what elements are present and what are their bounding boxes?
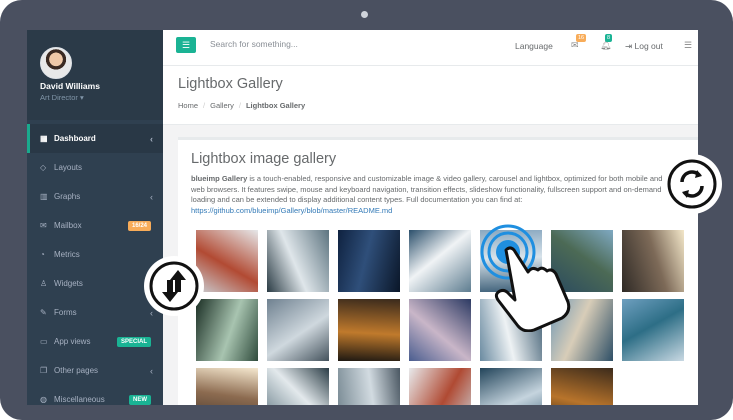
gallery-thumbnail-waves-aerial-2[interactable] — [267, 368, 329, 405]
sidebar-item-layouts[interactable]: ◇ Layouts — [27, 153, 163, 182]
gallery-thumbnail-boat-mast-2[interactable] — [338, 368, 400, 405]
messages-badge: 16 — [576, 34, 587, 42]
sidebar-item-label: Graphs — [54, 192, 81, 201]
sidebar-badge: NEW — [129, 394, 151, 405]
sidebar-item-other-pages[interactable]: ❐ Other pages ‹ — [27, 356, 163, 385]
screen: David Williams Art Director ▾ ▦ Dashboard… — [27, 30, 698, 405]
logout-link[interactable]: ⇥ Log out — [625, 41, 663, 52]
sidebar-item-miscellaneous[interactable]: ◍ Miscellaneous NEW — [27, 385, 163, 405]
sidebar: David Williams Art Director ▾ ▦ Dashboard… — [27, 30, 163, 405]
user-role-dropdown[interactable]: Art Director ▾ — [40, 93, 84, 102]
gallery-panel: Lightbox image gallery blueimp Gallery i… — [178, 137, 698, 405]
sidebar-item-widgets[interactable]: ♙ Widgets — [27, 269, 163, 298]
gallery-thumbnail-bridge-fog[interactable] — [196, 230, 258, 292]
description-text: is a touch-enabled, responsive and custo… — [191, 174, 691, 204]
sidebar-item-label: Metrics — [54, 250, 80, 259]
sidebar-item-label: Forms — [54, 308, 77, 317]
camera-dot — [361, 11, 368, 18]
pie-chart-icon: ◔ — [40, 250, 45, 259]
readme-link[interactable]: https://github.com/blueimp/Gallery/blob/… — [191, 206, 392, 215]
tap-hand-icon — [480, 224, 571, 332]
breadcrumb-current: Lightbox Gallery — [245, 101, 306, 110]
diamond-icon: ◇ — [40, 163, 47, 172]
th-large-icon: ▦ — [40, 134, 48, 143]
sidebar-item-label: Layouts — [54, 163, 83, 172]
top-navbar: ☰ Search for something... Language ✉ 16 … — [163, 30, 698, 66]
language-link[interactable]: Language — [515, 41, 553, 51]
sidebar-badge: SPECIAL — [116, 336, 151, 347]
menu-toggle-button[interactable]: ☰ — [176, 37, 196, 53]
sidebar-item-app-views[interactable]: ▭ App views SPECIAL — [27, 327, 163, 356]
page-title: Lightbox Gallery — [178, 76, 283, 92]
avatar[interactable] — [40, 47, 72, 79]
chevron-left-icon: ‹ — [150, 365, 153, 376]
sidebar-item-label: Dashboard — [54, 134, 96, 143]
chevron-left-icon: ‹ — [150, 133, 153, 144]
swap-vertical-icon — [144, 256, 204, 316]
gallery-thumbnail-coastline[interactable] — [622, 299, 684, 361]
panel-description: blueimp Gallery is a touch-enabled, resp… — [191, 174, 691, 216]
edit-icon: ✎ — [40, 308, 47, 317]
page-heading: Lightbox Gallery Home / Gallery / Lightbox G… — [163, 66, 698, 125]
gallery-thumbnail-mountain-lake[interactable] — [409, 299, 471, 361]
sidebar-item-metrics[interactable]: ◔ Metrics — [27, 240, 163, 269]
sidebar-item-label: Mailbox — [54, 221, 82, 230]
gallery-thumbnail-palm-leaves[interactable] — [196, 299, 258, 361]
envelope-icon: ✉ — [40, 221, 47, 230]
breadcrumb: Home / Gallery / Lightbox Gallery — [178, 101, 306, 110]
sidebar-item-label: Widgets — [54, 279, 83, 288]
flask-icon: ♙ — [40, 279, 48, 288]
gallery-thumbnail-tiger-2[interactable] — [551, 368, 613, 405]
gallery-thumbnail-tiger[interactable] — [338, 299, 400, 361]
sidebar-item-forms[interactable]: ✎ Forms ‹ — [27, 298, 163, 327]
bar-chart-icon: ▥ — [40, 192, 48, 201]
gallery-thumbnail-bridge-fog-2[interactable] — [409, 368, 471, 405]
breadcrumb-gallery[interactable]: Gallery — [210, 101, 234, 110]
sidebar-item-mailbox[interactable]: ✉ Mailbox 16/24 — [27, 211, 163, 240]
sidebar-nav: ▦ Dashboard ‹ ◇ Layouts ▥ Graphs ‹ ✉ Mailbox 16/24… — [27, 124, 163, 405]
gallery-thumbnail-sunset-bridge[interactable] — [196, 368, 258, 405]
hamburger-icon: ☰ — [181, 40, 191, 50]
tasks-icon[interactable]: ☰ — [684, 40, 692, 51]
sidebar-item-label: Other pages — [54, 366, 99, 375]
chevron-left-icon: ‹ — [150, 191, 153, 202]
description-bold: blueimp Gallery — [191, 174, 248, 183]
rotate-icon — [662, 154, 722, 214]
gallery-thumbnail-ocean-waves[interactable] — [480, 368, 542, 405]
sidebar-item-label: App views — [54, 337, 91, 346]
panel-title: Lightbox image gallery — [191, 151, 337, 167]
gallery-thumbnail-wave-splash[interactable] — [409, 230, 471, 292]
alerts-badge: 8 — [605, 34, 613, 42]
files-icon: ❐ — [40, 366, 48, 375]
sidebar-item-dashboard[interactable]: ▦ Dashboard ‹ — [27, 124, 163, 153]
sidebar-item-graphs[interactable]: ▥ Graphs ‹ — [27, 182, 163, 211]
globe-icon: ◍ — [40, 395, 47, 404]
gallery-thumbnail-dark-sky[interactable] — [338, 230, 400, 292]
sidebar-badge: 16/24 — [127, 220, 151, 231]
desktop-icon: ▭ — [40, 337, 48, 346]
gallery-thumbnail-boat-mast[interactable] — [267, 299, 329, 361]
search-input[interactable]: Search for something... — [210, 39, 298, 49]
breadcrumb-home[interactable]: Home — [178, 101, 198, 110]
logout-label: Log out — [634, 41, 663, 51]
sidebar-item-label: Miscellaneous — [54, 395, 105, 404]
user-name[interactable]: David Williams — [40, 81, 100, 91]
gallery-thumbnail-waves-aerial[interactable] — [267, 230, 329, 292]
profile-panel: David Williams Art Director ▾ — [27, 30, 163, 120]
gallery-thumbnail-sunset-silhouette[interactable] — [622, 230, 684, 292]
